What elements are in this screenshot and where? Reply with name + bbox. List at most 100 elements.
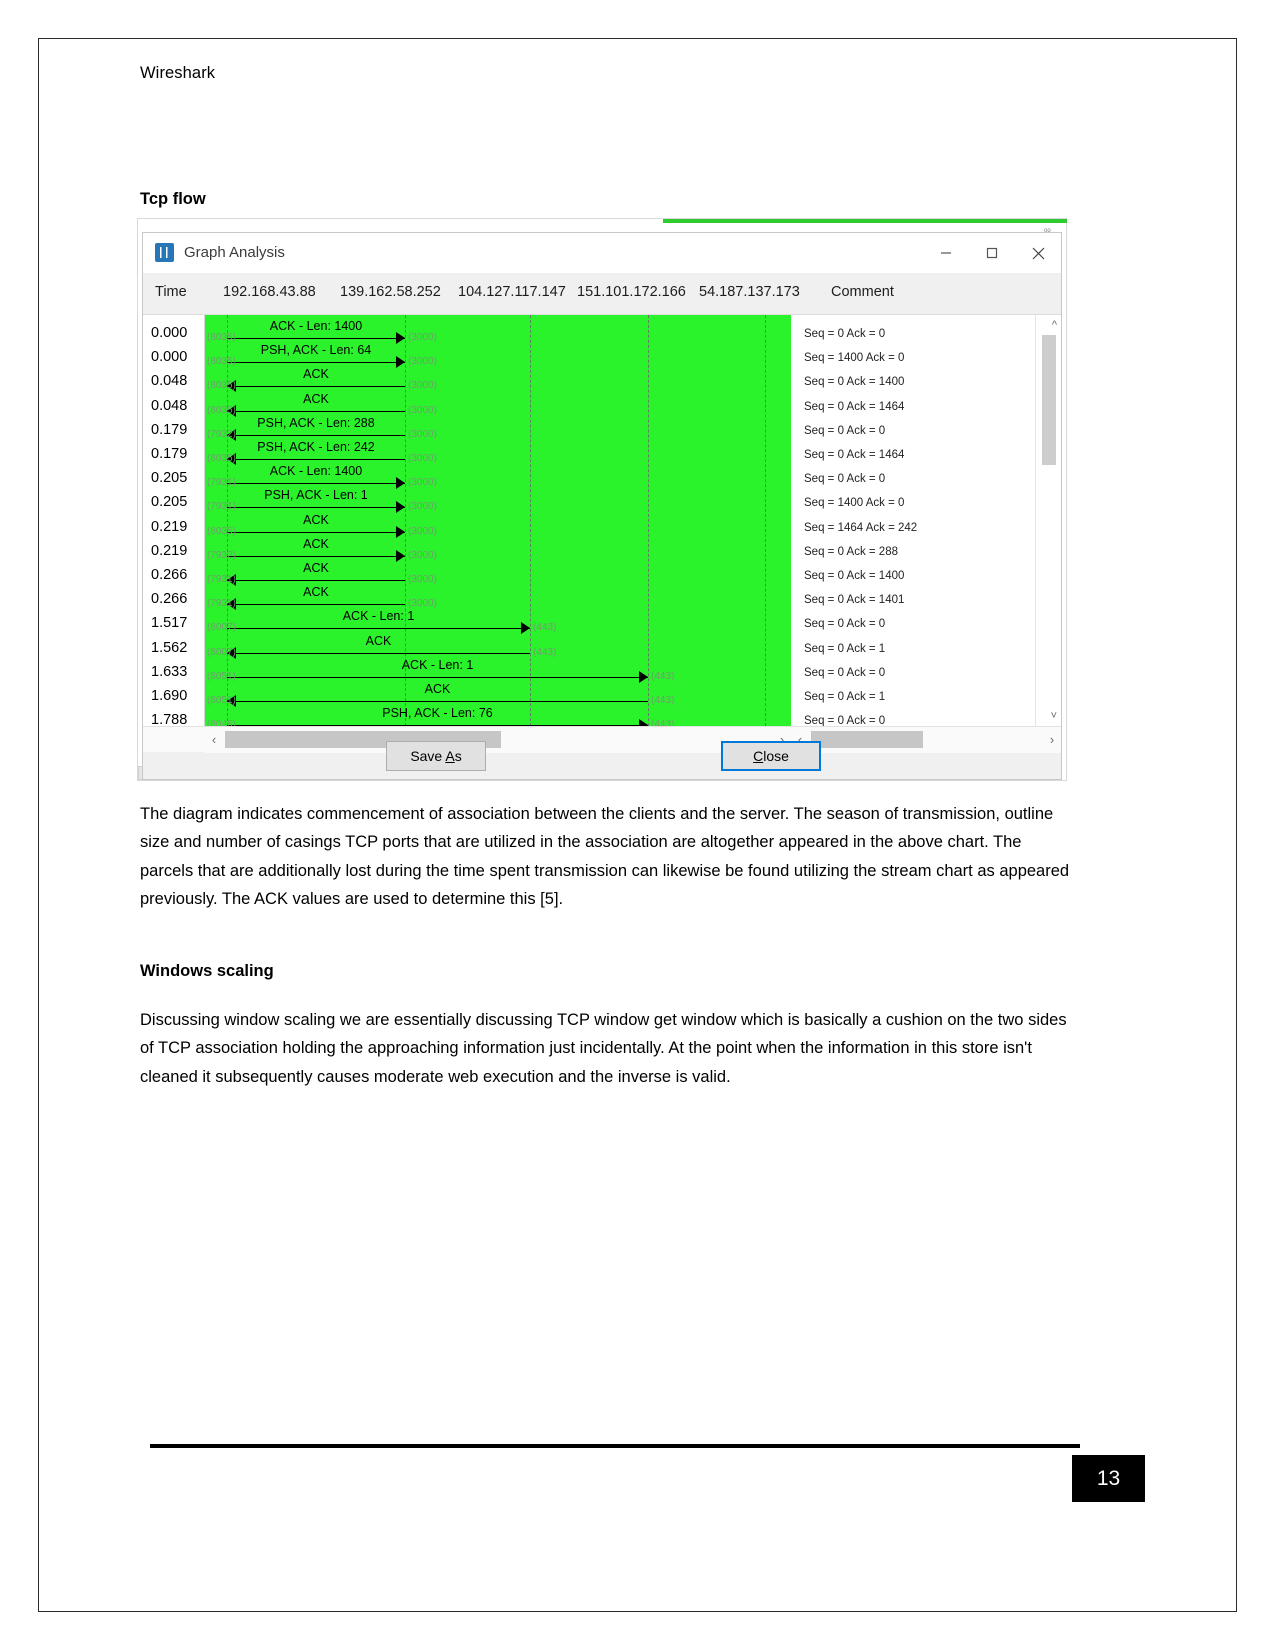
time-cell: 0.000 xyxy=(151,349,188,366)
destination-port-label: (3000) xyxy=(408,428,437,440)
destination-port-label: (443) xyxy=(533,622,557,634)
time-cell: 0.205 xyxy=(151,494,188,511)
source-port-label: (8035) xyxy=(207,332,236,343)
column-header-5: 54.187.137.173 xyxy=(699,284,800,300)
comment-cell: Seq = 0 Ack = 1 xyxy=(804,642,886,655)
arrow-line xyxy=(227,701,648,702)
arrow-line xyxy=(227,386,405,388)
destination-port-label: (3000) xyxy=(408,549,437,561)
source-port-label: (8007) xyxy=(207,646,236,658)
column-header-0: Time xyxy=(155,284,187,300)
destination-port-label: (3000) xyxy=(408,477,437,489)
maximize-icon[interactable] xyxy=(969,233,1015,273)
comment-cell: Seq = 0 Ack = 0 xyxy=(804,473,886,486)
column-header-2: 139.162.58.252 xyxy=(340,284,441,300)
arrow-line xyxy=(227,507,405,509)
arrow-label: ACK xyxy=(303,585,329,600)
column-header-1: 192.168.43.88 xyxy=(223,284,316,300)
destination-port-label: (3000) xyxy=(408,453,437,464)
vertical-scroll-thumb[interactable] xyxy=(1042,335,1056,465)
comment-cell: Seq = 0 Ack = 0 xyxy=(804,618,886,631)
background-green-bar xyxy=(663,219,1067,223)
paragraph-2-wrap: Discussing window scaling we are essenti… xyxy=(140,1006,1070,1091)
comment-cell: Seq = 0 Ack = 1464 xyxy=(804,449,905,461)
comment-cell: Seq = 0 Ack = 1400 xyxy=(804,376,905,389)
graph-analysis-dialog: Graph Analysis Time 192.168.43.88 139.162.… xyxy=(142,232,1062,780)
arrow-head-right xyxy=(639,719,648,726)
source-port-label: (8035) xyxy=(207,356,236,368)
arrow-line xyxy=(227,362,405,364)
time-cell: 1.690 xyxy=(151,688,188,704)
source-port-label: (7931) xyxy=(207,574,236,585)
arrow-line xyxy=(227,628,530,630)
source-port-label: (8046) xyxy=(207,719,236,726)
time-cell: 1.633 xyxy=(151,663,188,680)
column-header-3: 104.127.117.147 xyxy=(458,284,566,300)
destination-port-label: (3000) xyxy=(408,356,437,368)
footer-rule xyxy=(150,1444,1080,1448)
dialog-titlebar: Graph Analysis xyxy=(143,233,1061,273)
arrow-line xyxy=(227,604,405,606)
destination-port-label: (3000) xyxy=(408,380,437,392)
close-button[interactable]: Close xyxy=(721,741,821,771)
column-header-4: 151.101.172.166 xyxy=(577,284,686,300)
close-mnemonic: C xyxy=(753,748,764,764)
arrow-line xyxy=(227,580,405,581)
arrow-label: PSH, ACK - Len: 1 xyxy=(264,488,368,503)
time-cell: 0.266 xyxy=(151,567,188,583)
arrow-head-right xyxy=(396,477,405,490)
arrow-label: PSH, ACK - Len: 242 xyxy=(257,440,375,454)
time-cell: 0.219 xyxy=(151,518,188,535)
time-cell: 1.517 xyxy=(151,615,188,632)
comment-cell: Seq = 1464 Ack = 242 xyxy=(804,521,918,534)
time-cell: 0.179 xyxy=(151,446,188,462)
comment-cell: Seq = 1400 Ack = 0 xyxy=(804,497,905,510)
arrow-line xyxy=(227,676,648,678)
column-header-row: Time 192.168.43.88 139.162.58.252 104.127.1… xyxy=(143,273,1061,315)
save-as-label: Save As xyxy=(410,748,462,764)
arrow-line xyxy=(227,410,405,412)
comment-cell: Seq = 1400 Ack = 0 xyxy=(804,352,905,365)
scroll-down-icon[interactable]: ˅ xyxy=(1051,710,1057,722)
source-port-label: (7932) xyxy=(207,549,236,561)
wireshark-app-icon xyxy=(155,243,174,262)
arrow-label: ACK - Len: 1 xyxy=(401,657,474,672)
destination-port-label: (3000) xyxy=(408,404,437,416)
paragraph-1-wrap: The diagram indicates commencement of as… xyxy=(140,800,1070,914)
source-port-label: (8007) xyxy=(207,622,236,634)
arrow-label: ACK xyxy=(303,561,329,575)
arrow-label: ACK xyxy=(365,633,392,648)
time-cell: 0.219 xyxy=(151,542,188,559)
time-cell: 0.048 xyxy=(151,373,188,390)
arrow-label: ACK - Len: 1400 xyxy=(269,319,363,333)
save-as-mnemonic: A xyxy=(445,748,455,764)
time-cell: 1.562 xyxy=(151,639,188,656)
comment-cell: Seq = 0 Ack = 288 xyxy=(804,545,898,558)
arrow-head-right xyxy=(396,501,405,514)
arrow-label: ACK - Len: 1 xyxy=(342,609,415,624)
scroll-up-icon[interactable]: ^ xyxy=(1052,319,1057,331)
source-port-label: (8035) xyxy=(207,453,236,464)
close-icon[interactable] xyxy=(1015,233,1061,273)
comment-cell: Seq = 0 Ack = 1464 xyxy=(804,400,905,413)
source-port-label: (7931) xyxy=(207,501,236,513)
comment-cell: Seq = 0 Ack = 0 xyxy=(804,424,886,437)
arrow-label: PSH, ACK - Len: 288 xyxy=(257,415,375,430)
minimize-icon[interactable] xyxy=(923,233,969,273)
page-number-badge: 13 xyxy=(1072,1455,1145,1502)
destination-port-label: (3000) xyxy=(408,525,437,537)
source-port-label: (8051) xyxy=(207,670,236,682)
section-heading-tcp-flow-wrap: Tcp flow xyxy=(140,190,206,209)
arrow-line xyxy=(227,652,530,654)
arrow-line xyxy=(227,459,405,460)
arrow-label: PSH, ACK - Len: 64 xyxy=(260,343,372,358)
vertical-scrollbar[interactable]: ^ ˅ xyxy=(1035,315,1061,726)
source-port-label: (7932) xyxy=(207,428,236,440)
arrow-label: ACK xyxy=(303,367,329,382)
arrow-line xyxy=(227,338,405,339)
destination-port-label: (443) xyxy=(651,695,675,706)
paragraph-2: Discussing window scaling we are essenti… xyxy=(140,1011,1067,1086)
save-as-button[interactable]: Save As xyxy=(386,741,486,771)
source-port-label: (7931) xyxy=(207,598,236,610)
comment-column: Seq = 0 Ack = 0 Seq = 1400 Ack = 0 Seq = 0… xyxy=(791,315,1035,727)
